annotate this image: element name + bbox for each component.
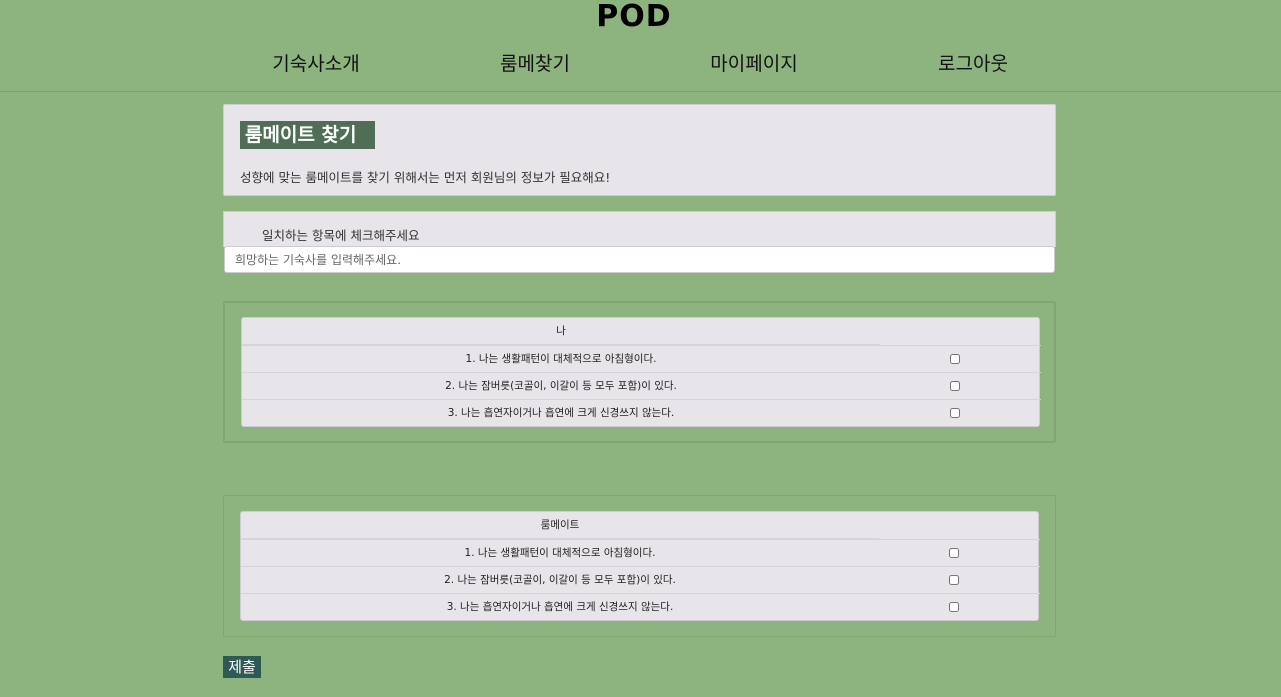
me-table-header: 나 — [556, 325, 566, 337]
intro-card: 룸메이트 찾기 성향에 맞는 룸메이트를 찾기 위해서는 먼저 회원님의 정보가… — [223, 104, 1056, 196]
table-header-row: 룸메이트 — [241, 512, 1040, 539]
question-label: 3. 나는 흡연자이거나 흡연에 크게 신경쓰지 않는다. — [446, 601, 674, 613]
submit-button[interactable]: 제출 — [223, 656, 261, 678]
question-label: 2. 나는 잠버릇(코골이, 이갈이 등 모두 포함)이 있다. — [445, 380, 677, 392]
table-row: 1. 나는 생활패턴이 대체적으로 아침형이다. — [241, 539, 1040, 566]
table-row: 3. 나는 흡연자이거나 흡연에 크게 신경쓰지 않는다. — [242, 399, 1041, 426]
roommate-q2-checkbox[interactable] — [949, 575, 959, 585]
roommate-table-header: 룸메이트 — [540, 519, 580, 531]
nav-item-dorm-intro[interactable]: 기숙사소개 — [236, 50, 396, 78]
me-table: 나 1. 나는 생활패턴이 대체적으로 아침형이다. 2. 나는 잠버릇(코골이… — [241, 317, 1041, 427]
question-label: 3. 나는 흡연자이거나 흡연에 크게 신경쓰지 않는다. — [447, 407, 675, 419]
question-label: 1. 나는 생활패턴이 대체적으로 아침형이다. — [465, 353, 657, 365]
roommate-table: 룸메이트 1. 나는 생활패턴이 대체적으로 아침형이다. 2. 나는 잠버릇(… — [240, 511, 1040, 621]
me-q3-checkbox[interactable] — [950, 408, 960, 418]
table-header-row: 나 — [242, 318, 1041, 345]
me-q1-checkbox[interactable] — [950, 354, 960, 364]
site-header: POD 기숙사소개 룸메찾기 마이페이지 로그아웃 — [0, 0, 1281, 92]
table-row: 3. 나는 흡연자이거나 흡연에 크게 신경쓰지 않는다. — [241, 593, 1040, 620]
page-title: 룸메이트 찾기 — [240, 121, 375, 149]
me-section: 나 1. 나는 생활패턴이 대체적으로 아침형이다. 2. 나는 잠버릇(코골이… — [223, 301, 1056, 443]
roommate-q1-checkbox[interactable] — [949, 548, 959, 558]
table-row: 1. 나는 생활패턴이 대체적으로 아침형이다. — [242, 345, 1041, 372]
intro-subtitle: 성향에 맞는 룸메이트를 찾기 위해서는 먼저 회원님의 정보가 필요해요! — [240, 170, 611, 185]
instruction-text: 일치하는 항목에 체크해주세요 — [262, 228, 420, 243]
site-logo[interactable]: POD — [0, 0, 1268, 34]
nav-item-find-roommate[interactable]: 룸메찾기 — [455, 50, 615, 78]
roommate-section: 룸메이트 1. 나는 생활패턴이 대체적으로 아침형이다. 2. 나는 잠버릇(… — [223, 495, 1056, 637]
roommate-q3-checkbox[interactable] — [949, 602, 959, 612]
question-label: 2. 나는 잠버릇(코골이, 이갈이 등 모두 포함)이 있다. — [444, 574, 676, 586]
nav-item-mypage[interactable]: 마이페이지 — [674, 50, 834, 78]
nav-item-logout[interactable]: 로그아웃 — [893, 50, 1053, 78]
question-label: 1. 나는 생활패턴이 대체적으로 아침형이다. — [464, 547, 656, 559]
table-row: 2. 나는 잠버릇(코골이, 이갈이 등 모두 포함)이 있다. — [242, 372, 1041, 399]
table-row: 2. 나는 잠버릇(코골이, 이갈이 등 모두 포함)이 있다. — [241, 566, 1040, 593]
dorm-input[interactable] — [224, 246, 1055, 273]
me-q2-checkbox[interactable] — [950, 381, 960, 391]
instruction-box: 일치하는 항목에 체크해주세요 — [223, 211, 1056, 247]
